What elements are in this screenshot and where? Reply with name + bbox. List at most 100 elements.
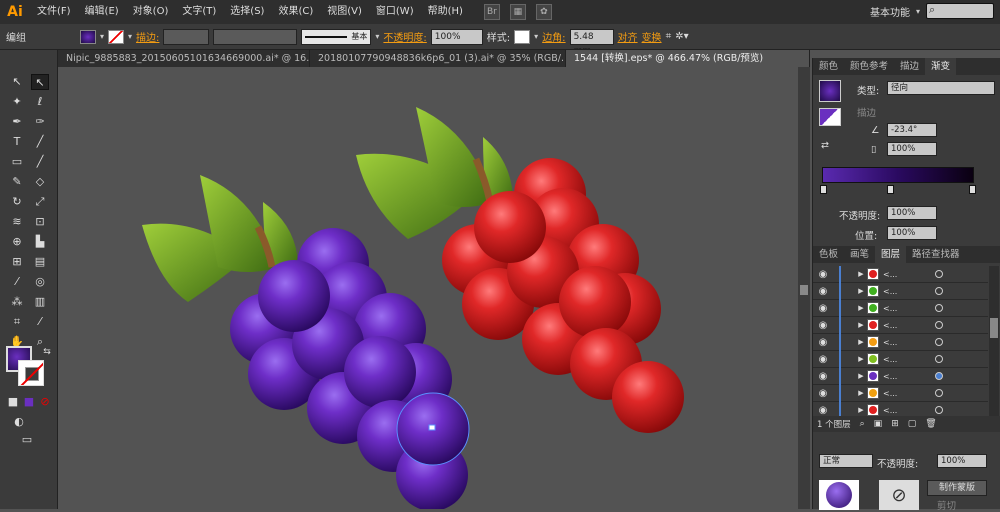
tab-color[interactable]: 颜色	[813, 58, 844, 75]
tab-document-3[interactable]: 1544 [转换].eps* @ 466.47% (RGB/预览)	[566, 50, 810, 67]
transform-link[interactable]: 变换	[642, 29, 662, 44]
mask-thumbnail-icon[interactable]: ⊘	[879, 480, 919, 510]
type-tool-icon[interactable]: T	[8, 134, 26, 150]
visibility-eye-icon[interactable]: ◉	[813, 303, 833, 314]
target-circle-icon[interactable]	[935, 372, 943, 380]
settings-icon[interactable]: ✲▾	[675, 31, 688, 42]
reverse-gradient-icon[interactable]: ⇄	[821, 140, 829, 151]
target-circle-icon[interactable]	[935, 355, 943, 363]
visibility-eye-icon[interactable]: ◉	[813, 354, 833, 365]
visibility-eye-icon[interactable]: ◉	[813, 337, 833, 348]
layer-row[interactable]: ◉ ▶ <...	[813, 333, 988, 351]
visibility-eye-icon[interactable]: ◉	[813, 320, 833, 331]
workspace-switcher[interactable]: 基本功能	[870, 4, 910, 19]
stroke-color-swatch[interactable]	[18, 360, 44, 386]
corner-label[interactable]: 边角:	[542, 29, 565, 44]
aspect-ratio-field[interactable]: 100%	[887, 142, 937, 156]
align-link[interactable]: 对齐	[618, 29, 638, 44]
arrange-documents-icon[interactable]: ▦	[509, 4, 526, 20]
bridge-icon[interactable]: Br	[483, 4, 500, 20]
layer-row[interactable]: ◉ ▶ <...	[813, 367, 988, 385]
expand-triangle-icon[interactable]: ▶	[855, 287, 867, 295]
gradient-stop-right[interactable]	[969, 185, 976, 194]
target-circle-icon[interactable]	[935, 321, 943, 329]
mesh-tool-icon[interactable]: ⊞	[8, 254, 26, 270]
curvature-tool-icon[interactable]: ✑	[31, 114, 49, 130]
locate-object-icon[interactable]: ⌕	[860, 419, 865, 429]
clipping-mask-icon[interactable]: ▣	[874, 419, 883, 429]
tab-gradient[interactable]: 渐变	[925, 58, 957, 75]
gradient-type-select[interactable]: 径向	[887, 81, 995, 95]
swap-colors-icon[interactable]: ⇆	[38, 344, 56, 360]
gradient-stop-left[interactable]	[820, 185, 827, 194]
layer-row[interactable]: ◉ ▶ <...	[813, 265, 988, 283]
gradient-opacity-field[interactable]: 100%	[887, 206, 937, 220]
gradient-position-field[interactable]: 100%	[887, 226, 937, 240]
gpu-performance-icon[interactable]: ✿	[535, 4, 552, 20]
tab-document-2[interactable]: 20180107790948836k6p6_01 (3).ai* @ 35% (…	[310, 50, 566, 67]
perspective-grid-icon[interactable]: ▙	[31, 234, 49, 250]
target-circle-icon[interactable]	[935, 338, 943, 346]
delete-layer-icon[interactable]: 🗑	[925, 419, 936, 429]
menu-view[interactable]: 视图(V)	[320, 0, 369, 24]
rotate-tool-icon[interactable]: ↻	[8, 194, 26, 210]
visibility-eye-icon[interactable]: ◉	[813, 286, 833, 297]
tab-color-guide[interactable]: 颜色参考	[844, 58, 894, 75]
expand-triangle-icon[interactable]: ▶	[855, 355, 867, 363]
expand-triangle-icon[interactable]: ▶	[855, 406, 867, 414]
expand-triangle-icon[interactable]: ▶	[855, 372, 867, 380]
shape-builder-icon[interactable]: ⊕	[8, 234, 26, 250]
menu-help[interactable]: 帮助(H)	[421, 0, 470, 24]
slice-tool-icon[interactable]: ⁄	[31, 314, 49, 330]
expand-triangle-icon[interactable]: ▶	[855, 304, 867, 312]
tab-document-1[interactable]: Nipic_9885883_20150605101634669000.ai* @…	[58, 50, 310, 67]
visibility-eye-icon[interactable]: ◉	[813, 405, 833, 416]
artboard-tool-icon[interactable]: ⌗	[8, 314, 26, 330]
target-circle-icon[interactable]	[935, 406, 943, 414]
tab-swatches[interactable]: 色板	[813, 246, 844, 263]
layer-row[interactable]: ◉ ▶ <...	[813, 282, 988, 300]
artboard-canvas[interactable]	[58, 67, 798, 509]
tab-layers[interactable]: 图层	[875, 246, 907, 263]
direct-selection-tool-icon[interactable]: ↖	[31, 74, 49, 90]
blend-tool-icon[interactable]: ◎	[31, 274, 49, 290]
graphic-style-swatch[interactable]	[514, 29, 531, 44]
target-circle-icon[interactable]	[935, 389, 943, 397]
corner-radius-field[interactable]: 5.48 mm	[569, 28, 614, 56]
pen-tool-icon[interactable]: ✒	[8, 114, 26, 130]
selection-tool-icon[interactable]: ↖	[8, 74, 26, 90]
stroke-label[interactable]: 描边:	[136, 29, 159, 44]
menu-window[interactable]: 窗口(W)	[369, 0, 421, 24]
opacity-label[interactable]: 不透明度:	[383, 29, 426, 44]
brush-definition[interactable]: 基本	[301, 28, 372, 45]
rectangle-tool-icon[interactable]: ▭	[8, 154, 26, 170]
new-layer-icon[interactable]: ▢	[908, 419, 917, 429]
variable-width-field[interactable]	[213, 28, 298, 45]
menu-edit[interactable]: 编辑(E)	[78, 0, 126, 24]
paintbrush-icon[interactable]: ╱	[31, 154, 49, 170]
eraser-icon[interactable]: ◇	[31, 174, 49, 190]
gradient-slider[interactable]	[822, 167, 974, 183]
search-input[interactable]	[926, 3, 994, 19]
angle-field[interactable]: -23.4°	[887, 123, 937, 137]
menu-file[interactable]: 文件(F)	[30, 0, 78, 24]
fill-stroke-toggle[interactable]	[819, 108, 841, 126]
layers-scrollbar[interactable]	[989, 266, 999, 418]
blend-mode-select[interactable]: 正常	[819, 454, 873, 468]
expand-triangle-icon[interactable]: ▶	[855, 270, 867, 278]
isolate-icon[interactable]: ⌗	[666, 31, 672, 42]
stroke-weight-field[interactable]	[163, 28, 210, 45]
none-mode-icon[interactable]: ⊘	[36, 394, 54, 410]
symbol-sprayer-icon[interactable]: ⁂	[8, 294, 26, 310]
chevron-down-icon[interactable]: ▾	[534, 32, 538, 41]
scale-tool-icon[interactable]: ⤢	[31, 194, 49, 210]
chevron-down-icon[interactable]: ▾	[916, 7, 920, 16]
chevron-down-icon[interactable]: ▾	[375, 32, 379, 41]
expand-triangle-icon[interactable]: ▶	[855, 389, 867, 397]
target-circle-icon[interactable]	[935, 270, 943, 278]
menu-effect[interactable]: 效果(C)	[271, 0, 320, 24]
fill-swatch[interactable]	[80, 29, 96, 44]
pencil-icon[interactable]: ✎	[8, 174, 26, 190]
visibility-eye-icon[interactable]: ◉	[813, 371, 833, 382]
clip-checkbox-label[interactable]: 剪切	[937, 498, 956, 512]
